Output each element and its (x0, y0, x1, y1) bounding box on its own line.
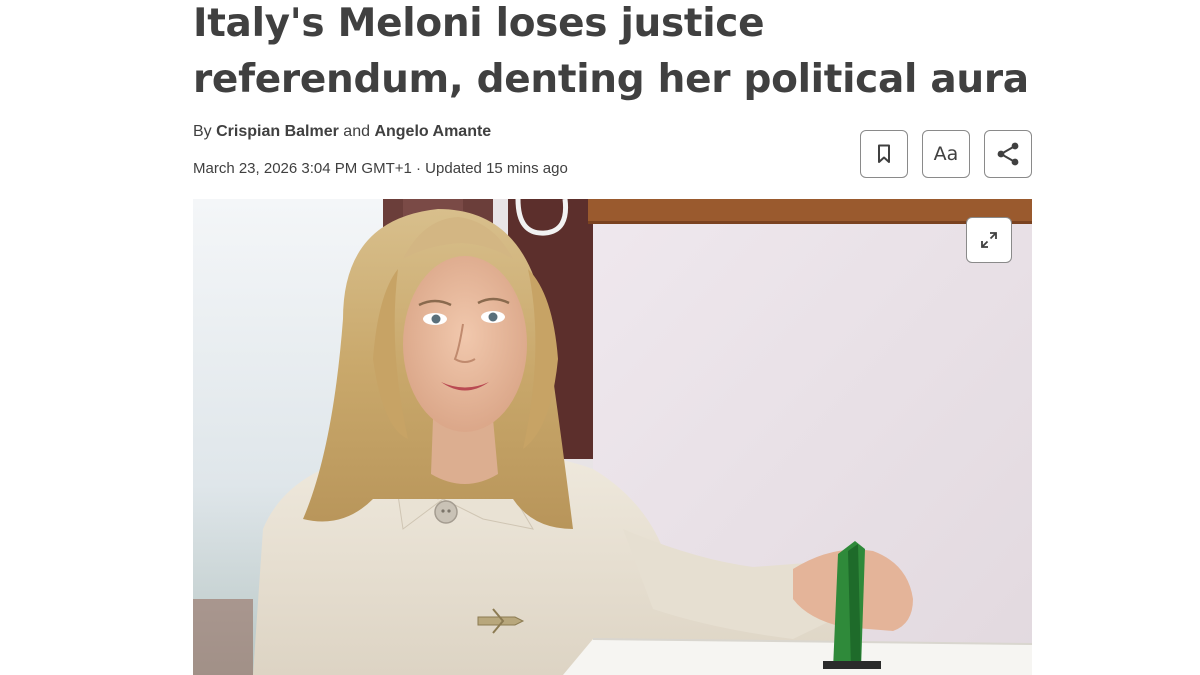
byline: By Crispian Balmer and Angelo Amante (193, 121, 491, 143)
author-link-1[interactable]: Crispian Balmer (216, 123, 339, 140)
expand-image-button[interactable] (966, 217, 1012, 263)
share-button[interactable] (984, 130, 1032, 178)
text-size-label: Aa (933, 143, 959, 165)
hero-photo[interactable] (193, 199, 1032, 675)
headline: Italy's Meloni loses justice referendum,… (193, 1, 1029, 102)
author-link-2[interactable]: Angelo Amante (374, 123, 491, 140)
bookmark-icon (878, 144, 890, 163)
dateline: March 23, 2026 3:04 PM GMT+1 · Updated 1… (193, 160, 568, 177)
byline-conjunction: and (343, 123, 370, 140)
article-tools: Aa (860, 130, 1032, 178)
expand-icon (981, 232, 997, 248)
byline-prefix: By (193, 123, 212, 140)
hero-image (193, 199, 1032, 675)
share-icon (997, 142, 1019, 166)
bookmark-button[interactable] (860, 130, 908, 178)
article: Italy's Meloni loses justice referendum,… (193, 0, 1032, 675)
article-meta: By Crispian Balmer and Angelo Amante Mar… (193, 121, 1032, 183)
text-size-button[interactable]: Aa (922, 130, 970, 178)
